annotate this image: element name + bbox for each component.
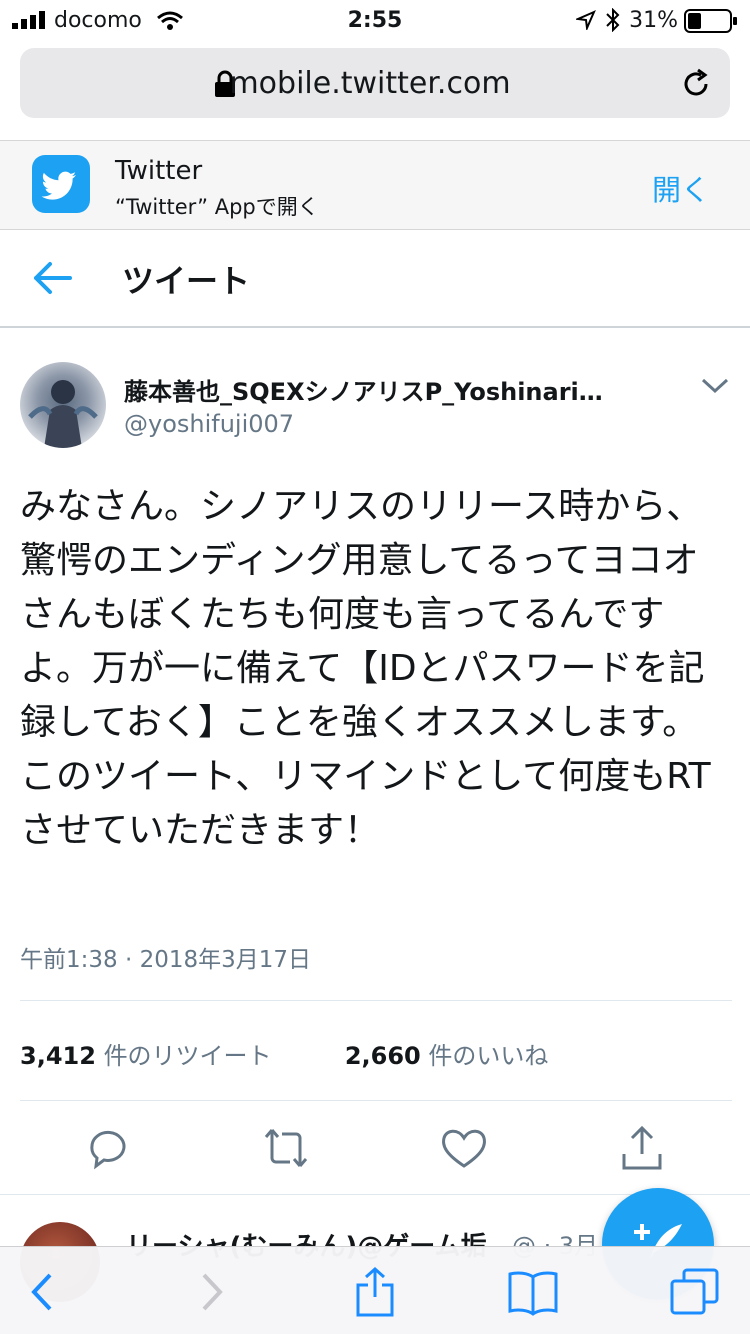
- avatar[interactable]: [20, 362, 106, 448]
- divider: [20, 1000, 732, 1001]
- retweet-count: 3,412: [20, 1042, 96, 1070]
- back-arrow-icon[interactable]: [32, 260, 74, 296]
- reload-icon[interactable]: [680, 68, 712, 100]
- tweet-author-name[interactable]: 藤本善也_SQEXシノアリスP_Yoshinari…: [124, 372, 664, 407]
- retweet-icon[interactable]: [262, 1124, 310, 1172]
- share-icon[interactable]: [618, 1124, 666, 1172]
- tweet-author-handle[interactable]: @yoshifuji007: [124, 410, 294, 438]
- tweet-text: みなさん。シノアリスのリリース時から、驚愕のエンディング用意してるってヨコオさん…: [20, 486, 711, 851]
- tweet-timestamp[interactable]: 午前1:38 · 2018年3月17日: [20, 940, 311, 974]
- location-icon: [576, 10, 596, 30]
- app-banner: Twitter “Twitter” Appで開く 開く: [0, 140, 750, 230]
- divider: [20, 1100, 732, 1101]
- safari-forward-icon[interactable]: [184, 1265, 238, 1319]
- bookmarks-icon[interactable]: [506, 1265, 560, 1319]
- retweet-stat[interactable]: 3,412 件のリツイート: [20, 1042, 272, 1070]
- like-stat[interactable]: 2,660 件のいいね: [345, 1042, 549, 1070]
- safari-back-icon[interactable]: [16, 1265, 70, 1319]
- like-icon[interactable]: [440, 1124, 488, 1172]
- avatar-figure: [28, 380, 98, 448]
- bluetooth-icon: [606, 8, 620, 32]
- reply-icon[interactable]: [84, 1124, 132, 1172]
- twitter-app-icon[interactable]: [32, 155, 90, 213]
- browser-toolbar: [0, 1246, 750, 1334]
- safari-share-icon[interactable]: [348, 1265, 402, 1319]
- chevron-down-icon[interactable]: [700, 376, 730, 396]
- banner-subtitle: “Twitter” Appで開く: [115, 195, 319, 219]
- open-app-button[interactable]: 開く: [652, 167, 710, 209]
- like-label: 件のいいね: [428, 1042, 549, 1070]
- tabs-icon[interactable]: [668, 1265, 722, 1319]
- like-count: 2,660: [344, 1042, 421, 1070]
- banner-title: Twitter: [115, 156, 203, 186]
- battery-icon: [684, 9, 737, 33]
- retweet-label: 件のリツイート: [103, 1042, 272, 1070]
- twitter-bird-icon: [41, 171, 77, 200]
- page-title: ツイート: [122, 262, 251, 300]
- battery-percent: 31%: [629, 8, 678, 33]
- url-text: mobile.twitter.com: [229, 66, 511, 101]
- tweet-stats: 3,412 件のリツイート 2,660 件のいいね: [20, 1036, 548, 1071]
- address-bar[interactable]: mobile.twitter.com: [20, 48, 730, 118]
- status-bar: docomo 2:55 31%: [0, 0, 750, 40]
- page-header: ツイート: [0, 230, 750, 328]
- app-root: docomo 2:55 31% mobile.twitter.com Twitt…: [0, 0, 750, 1334]
